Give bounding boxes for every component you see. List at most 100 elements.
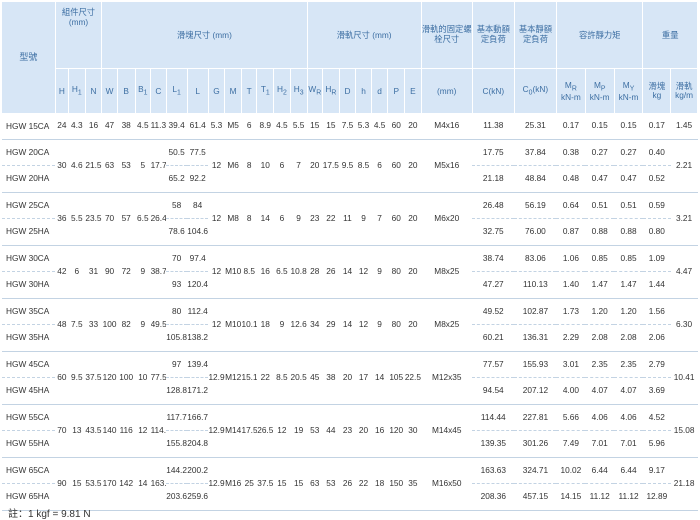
cell-l1: 93 <box>166 271 188 299</box>
cell-static-load: 227.81 <box>514 404 557 431</box>
cell-h1: 5.5 <box>68 192 86 246</box>
cell-d: 20 <box>339 351 356 405</box>
subheader-h: h <box>355 68 372 113</box>
cell-block-weight: 0.80 <box>642 218 671 246</box>
cell-p: 60 <box>387 139 405 193</box>
cell-p: 60 <box>387 113 405 140</box>
subheader-l: L <box>187 68 209 113</box>
cell-p: 150 <box>387 457 405 511</box>
cell-l1: 155.8 <box>166 430 188 458</box>
cell-g: 12 <box>208 245 225 299</box>
cell-l1: 80 <box>166 298 188 325</box>
cell-t: 8 <box>241 139 257 193</box>
cell-g: 5.3 <box>208 113 225 140</box>
cell-wr: 63 <box>307 457 323 511</box>
cell-l: 166.7 <box>187 404 209 431</box>
table-row: HGW 20CA304.621.56353517.75,21.1850.577.… <box>2 139 698 193</box>
cell-w: 120 <box>101 351 118 405</box>
cell-g: 12 <box>208 139 225 193</box>
cell-dynamic-load: 38.74 <box>472 245 515 272</box>
cell-static-load: 76.00 <box>514 218 557 246</box>
model-cell: HGW 35HA <box>2 324 56 352</box>
cell-w: 100 <box>101 298 118 352</box>
cell-e: 20 <box>404 113 422 140</box>
cell-static-load: 102.87 <box>514 298 557 325</box>
cell-l: 204.8 <box>187 430 209 458</box>
subheader-b: B <box>117 68 136 113</box>
cell-b1: 10 <box>135 351 151 405</box>
cell-h: 70 <box>55 404 69 458</box>
cell-d: 11 <box>339 192 356 246</box>
subheader-b1: B1 <box>135 68 152 113</box>
cell-hr: 17.5 <box>322 139 340 193</box>
cell-h3: 20.5 <box>290 351 308 405</box>
cell-block-weight: 0.17 <box>642 113 671 140</box>
cell-mp: 2.35 <box>585 351 615 378</box>
header-rail-bolt: 滑軌的固定螺栓尺寸 <box>421 2 473 69</box>
cell-mp: 0.27 <box>585 139 615 166</box>
cell-my: 7.01 <box>614 430 643 458</box>
cell-l: 104.6 <box>187 218 209 246</box>
cell-w: 90 <box>101 245 118 299</box>
table-row: HGW 30CA426319072938.74,47.277097.412M10… <box>2 245 698 299</box>
cell-block-weight: 0.59 <box>642 192 671 219</box>
cell-d: 23 <box>339 404 356 458</box>
subheader-mp: MP kN-m <box>585 68 615 113</box>
cell-h: 12 <box>355 298 372 352</box>
cell-block-weight: 2.06 <box>642 324 671 352</box>
cell-wr: 45 <box>307 351 323 405</box>
cell-my: 0.85 <box>614 245 643 272</box>
cell-hr: 53 <box>322 457 340 511</box>
cell-bolt: M4x16 <box>421 113 473 140</box>
subheader-l1: L1 <box>166 68 188 113</box>
subheader-wr: WR <box>307 68 324 113</box>
cell-mr: 14.15 <box>556 483 586 511</box>
cell-my: 1.47 <box>614 271 643 299</box>
cell-mp: 1.20 <box>585 298 615 325</box>
cell-dynamic-load: 114.44 <box>472 404 515 431</box>
cell-e: 30 <box>404 404 422 458</box>
cell-h2: 9 <box>273 298 291 352</box>
model-cell: HGW 55CA <box>2 404 56 431</box>
header-block-dims: 滑塊尺寸 (mm) <box>101 2 308 69</box>
cell-mp: 7.01 <box>585 430 615 458</box>
cell-dynamic-load: 26.48 <box>472 192 515 219</box>
cell-g: 12 <box>208 298 225 352</box>
cell-rail-weight: 4.47 <box>670 245 698 299</box>
cell-m: M16 <box>224 457 242 511</box>
cell-e: 20 <box>404 298 422 352</box>
cell-p: 120 <box>387 404 405 458</box>
cell-h3: 7 <box>290 139 308 193</box>
subheader-h: H <box>55 68 70 113</box>
cell-static-load: 37.84 <box>514 139 557 166</box>
cell-b1: 9 <box>135 298 151 352</box>
cell-l1: 117.7 <box>166 404 188 431</box>
header-weight: 重量 <box>642 2 698 69</box>
cell-m: M12 <box>224 351 242 405</box>
subheader-h3: H3 <box>290 68 308 113</box>
cell-my: 2.08 <box>614 324 643 352</box>
cell-b: 100 <box>117 351 136 405</box>
cell-b1: 9 <box>135 245 151 299</box>
cell-mp: 2.08 <box>585 324 615 352</box>
cell-mr: 0.38 <box>556 139 586 166</box>
cell-c: 26.48,32.75 <box>150 192 167 246</box>
cell-mr: 1.06 <box>556 245 586 272</box>
cell-l1: 70 <box>166 245 188 272</box>
cell-my: 0.88 <box>614 218 643 246</box>
cell-w: 47 <box>101 113 118 140</box>
cell-static-load: 48.84 <box>514 165 557 193</box>
cell-bolt: M12x35 <box>421 351 473 405</box>
cell-c: 77.57,94.54 <box>150 351 167 405</box>
table-row: HGW 25CA365.523.570576.526.48,32.7558841… <box>2 192 698 246</box>
cell-block-weight: 3.69 <box>642 377 671 405</box>
cell-h1: 4.6 <box>68 139 86 193</box>
cell-c: 11.38 <box>150 113 167 140</box>
cell-c: 49.52,60.21 <box>150 298 167 352</box>
subheader-g: G <box>208 68 226 113</box>
cell-rail-weight: 15.08 <box>670 404 698 458</box>
cell-h2: 8.5 <box>273 351 291 405</box>
cell-t1: 22 <box>256 351 274 405</box>
cell-mp: 0.85 <box>585 245 615 272</box>
cell-d: 14 <box>371 351 388 405</box>
